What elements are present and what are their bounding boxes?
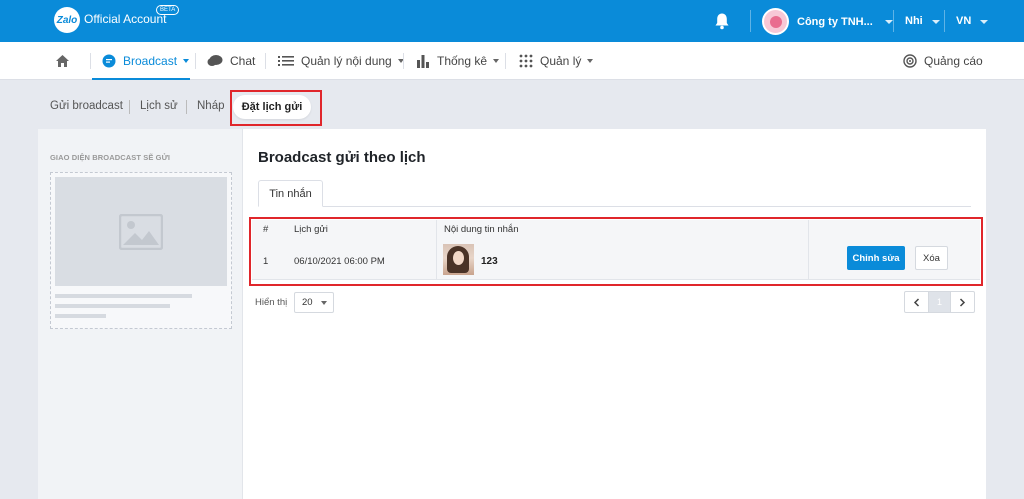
top-bar: Zalo Official Account BETA Công ty TNH..… xyxy=(0,0,1024,42)
divider xyxy=(195,53,196,69)
divider xyxy=(505,53,506,69)
nav-management[interactable]: Quản lý xyxy=(519,42,594,80)
page-size-select[interactable]: 20 xyxy=(294,292,334,313)
subtab-drafts[interactable]: Nháp xyxy=(197,100,225,112)
company-avatar xyxy=(762,8,789,35)
tab-underline xyxy=(258,206,971,207)
home-button[interactable] xyxy=(55,42,70,80)
language-menu[interactable]: VN xyxy=(956,15,989,27)
divider xyxy=(265,53,266,69)
list-icon xyxy=(278,55,294,67)
target-icon xyxy=(903,54,917,68)
chevron-right-icon xyxy=(959,297,966,307)
highlight-box xyxy=(249,217,983,286)
user-name: Nhi xyxy=(905,15,923,27)
nav-label: Quản lý xyxy=(540,54,582,68)
chevron-down-icon xyxy=(321,301,327,305)
subtab-send-broadcast[interactable]: Gửi broadcast xyxy=(50,100,123,112)
nav-ads[interactable]: Quảng cáo xyxy=(903,42,983,80)
bell-icon[interactable] xyxy=(714,12,730,30)
preview-label: GIAO DIỆN BROADCAST SẼ GỬI xyxy=(50,153,171,162)
chevron-down-icon xyxy=(587,59,594,63)
nav-label: Thống kê xyxy=(437,54,488,68)
divider xyxy=(403,53,404,69)
page-size-value: 20 xyxy=(302,297,313,308)
active-indicator xyxy=(92,78,190,80)
preview-text-line xyxy=(55,294,192,298)
company-name: Công ty TNH... xyxy=(797,15,873,28)
preview-text-line xyxy=(55,304,170,308)
chat-icon xyxy=(207,54,223,68)
chevron-down-icon xyxy=(980,20,989,24)
divider xyxy=(944,10,945,32)
preview-text-line xyxy=(55,314,106,318)
chevron-left-icon xyxy=(913,297,920,307)
next-page-button[interactable] xyxy=(951,292,974,312)
divider xyxy=(893,10,894,32)
nav-label: Quản lý nội dung xyxy=(301,54,392,68)
chevron-down-icon xyxy=(884,19,893,24)
divider xyxy=(750,10,751,32)
zalo-oa-logo[interactable]: Zalo Official Account BETA xyxy=(54,5,180,33)
company-switcher[interactable]: Công ty TNH... xyxy=(762,8,893,35)
prev-page-button[interactable] xyxy=(905,292,928,312)
nav-label: Broadcast xyxy=(123,54,178,68)
page-size-label: Hiển thị xyxy=(255,297,288,308)
language-label: VN xyxy=(956,15,972,27)
nav-chat[interactable]: Chat xyxy=(207,42,255,80)
page-number[interactable]: 1 xyxy=(928,292,951,312)
chevron-down-icon xyxy=(493,59,500,63)
home-icon xyxy=(56,55,69,67)
zalo-logo-badge: Zalo xyxy=(54,7,80,33)
main-nav: Broadcast Chat Quản lý nội dung Thống kê xyxy=(0,42,1024,80)
chevron-down-icon xyxy=(183,59,190,63)
broadcast-icon xyxy=(102,54,116,68)
bar-chart-icon xyxy=(416,54,430,68)
nav-broadcast[interactable]: Broadcast xyxy=(102,42,190,80)
chevron-down-icon xyxy=(931,20,940,24)
image-icon xyxy=(119,213,163,250)
divider xyxy=(90,53,91,69)
subtab-history[interactable]: Lịch sử xyxy=(140,100,178,112)
beta-badge: BETA xyxy=(156,5,180,15)
highlight-box xyxy=(230,90,322,126)
user-menu[interactable]: Nhi xyxy=(905,15,940,27)
grid-icon xyxy=(519,54,533,68)
nav-label: Chat xyxy=(230,54,256,68)
logo-text: Official Account xyxy=(84,12,167,26)
page-title: Broadcast gửi theo lịch xyxy=(258,149,426,166)
pagination: 1 xyxy=(904,291,975,313)
nav-label: Quảng cáo xyxy=(924,54,983,68)
divider xyxy=(186,100,187,114)
tab-messages[interactable]: Tin nhắn xyxy=(258,180,323,207)
divider xyxy=(129,100,130,114)
preview-image-placeholder xyxy=(55,177,227,286)
nav-statistics[interactable]: Thống kê xyxy=(416,42,500,80)
nav-content-management[interactable]: Quản lý nội dung xyxy=(278,42,404,80)
